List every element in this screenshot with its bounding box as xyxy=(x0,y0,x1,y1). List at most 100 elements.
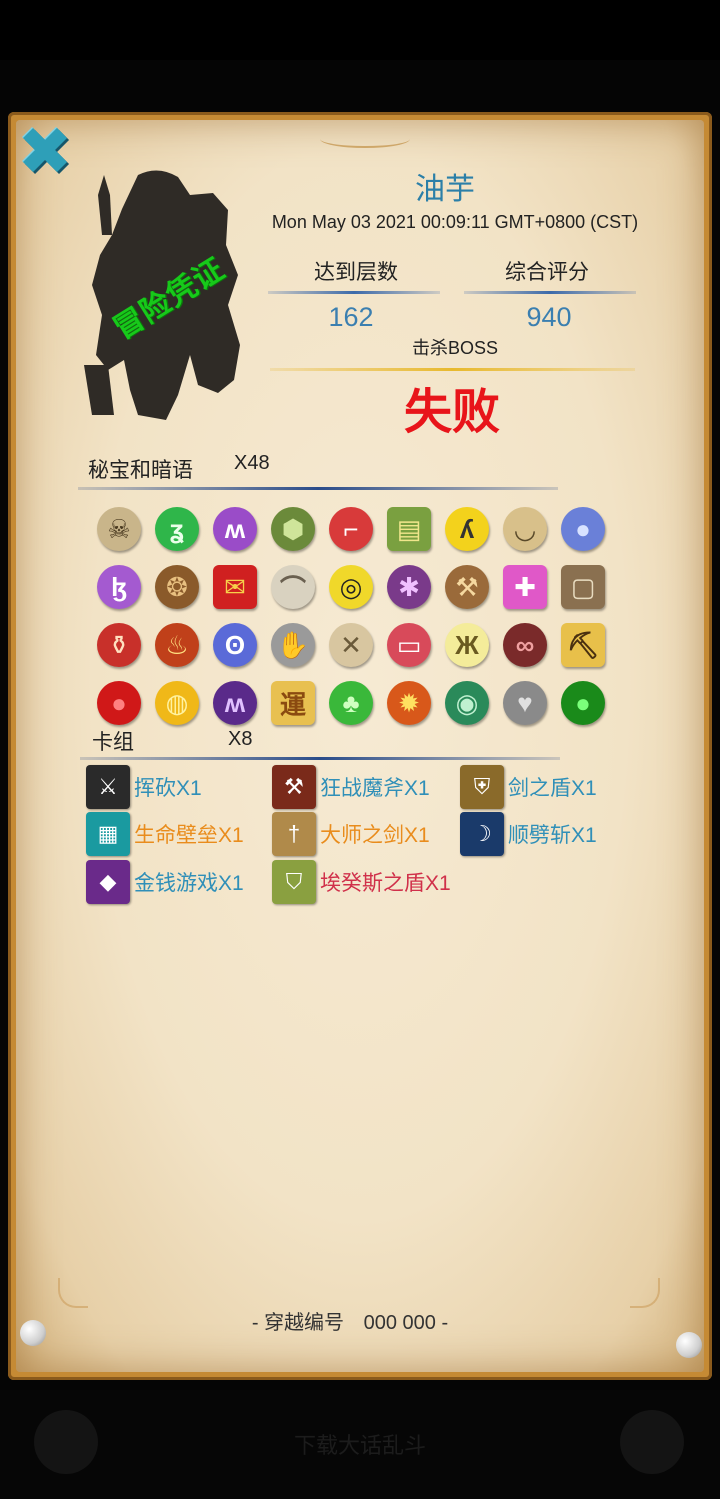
treasure-slot[interactable]: 運 xyxy=(264,674,322,732)
treasure-slot[interactable]: ⛏ xyxy=(554,616,612,674)
life-barrier-card-icon: ▦ xyxy=(86,812,130,856)
treasure-slot[interactable]: ☠ xyxy=(90,500,148,558)
sweep-slash-card-icon: ☽ xyxy=(460,812,504,856)
score-label: 综合评分 xyxy=(505,261,589,284)
treasure-slot[interactable]: ◍ xyxy=(148,674,206,732)
treasure-slot[interactable]: ♨ xyxy=(148,616,206,674)
treasure-slot[interactable]: ʘ xyxy=(206,616,264,674)
money-game-card-icon: ◆ xyxy=(86,860,130,904)
deck-card-item[interactable]: ▦ 生命壁垒X1 xyxy=(86,812,244,856)
treasures-title: 秘宝和暗语 xyxy=(88,459,193,482)
treasure-slot[interactable]: ∞ xyxy=(496,616,554,674)
treasure-slot[interactable]: ♥ xyxy=(496,674,554,732)
loot-bag-icon: ❂ xyxy=(155,565,199,609)
treasure-slot[interactable]: ʍ xyxy=(206,674,264,732)
shovel-icon: ⚒ xyxy=(445,565,489,609)
clover-icon: ♣ xyxy=(329,681,373,725)
gift-box-icon: ✚ xyxy=(503,565,547,609)
deck-card-label: 顺劈斩X1 xyxy=(508,824,597,847)
master-sword-card-icon: † xyxy=(272,812,316,856)
treasure-slot[interactable]: ● xyxy=(554,674,612,732)
serial-label: 穿越编号 xyxy=(264,1312,345,1334)
treasure-slot[interactable]: ▭ xyxy=(380,616,438,674)
deck-card-item[interactable]: † 大师之剑X1 xyxy=(272,812,430,856)
pin-right-icon xyxy=(676,1332,702,1358)
treasure-slot[interactable]: ◡ xyxy=(496,500,554,558)
treasure-slot[interactable]: ʍ xyxy=(206,500,264,558)
treasure-slot[interactable]: ❂ xyxy=(148,558,206,616)
red-envelope-icon: ✉ xyxy=(213,565,257,609)
stone-heart-icon: ♥ xyxy=(503,681,547,725)
deck-card-item[interactable]: ☽ 顺劈斩X1 xyxy=(460,812,597,856)
treasure-slot[interactable]: ✚ xyxy=(496,558,554,616)
treasure-slot[interactable]: ⌒ xyxy=(264,558,322,616)
treasure-slot[interactable]: ⬢ xyxy=(264,500,322,558)
treasure-grid: ☠ ʓ ʍ ⬢ ⌐ ▤ ʎ ◡ ● ɮ ❂ ✉ ⌒ ◎ ✱ ⚒ ✚ ▢ ⚱ ♨ ʘ ✋ ✕ ▭ Ж ∞ ⛏ ● ◍ ʍ 運 ♣ ✹ ◉ ♥ ● xyxy=(90,500,612,730)
swirl-token-icon: ◎ xyxy=(329,565,373,609)
serial-dash-right: - xyxy=(441,1312,449,1334)
wine-glass-icon: ⚱ xyxy=(97,623,141,667)
treasure-slot[interactable]: ɮ xyxy=(90,558,148,616)
serial-number: - 穿越编号 000 000 - xyxy=(200,1306,500,1335)
canister-icon: ▭ xyxy=(387,623,431,667)
serial-dash-left: - xyxy=(251,1312,259,1334)
score-underline xyxy=(464,291,636,294)
blue-rune-icon: ʘ xyxy=(213,623,257,667)
butterfly-icon: Ж xyxy=(445,623,489,667)
treasure-slot[interactable]: ♣ xyxy=(322,674,380,732)
treasure-slot[interactable]: ✕ xyxy=(322,616,380,674)
turtle-shell-icon: ⬢ xyxy=(271,507,315,551)
yellow-rune-icon: ʎ xyxy=(445,507,489,551)
treasure-slot[interactable]: ⚱ xyxy=(90,616,148,674)
deck-card-item[interactable]: ⛉ 埃癸斯之盾X1 xyxy=(272,860,451,904)
deck-card-label: 大师之剑X1 xyxy=(320,824,430,847)
gauntlet-icon: ✋ xyxy=(271,623,315,667)
treasure-slot[interactable]: ✋ xyxy=(264,616,322,674)
deck-card-item[interactable]: ⛨ 剑之盾X1 xyxy=(460,765,597,809)
close-x-icon[interactable]: ✖ xyxy=(14,118,76,184)
treasure-slot[interactable]: ▢ xyxy=(554,558,612,616)
treasure-slot[interactable]: ✉ xyxy=(206,558,264,616)
deck-underline xyxy=(80,757,560,760)
boss-kill-label: 击杀BOSS xyxy=(411,338,499,358)
candy-icon: ✱ xyxy=(387,565,431,609)
treasure-slot[interactable]: ◉ xyxy=(438,674,496,732)
skull-icon: ☠ xyxy=(97,507,141,551)
berserk-axe-card-icon: ⚒ xyxy=(272,765,316,809)
deck-card-item[interactable]: ⚒ 狂战魔斧X1 xyxy=(272,765,430,809)
sword-shield-card-icon: ⛨ xyxy=(460,765,504,809)
treasure-slot[interactable]: ◎ xyxy=(322,558,380,616)
treasure-slot[interactable]: ⚒ xyxy=(438,558,496,616)
score-value: 940 xyxy=(526,302,572,332)
crystal-orb-icon: ● xyxy=(561,507,605,551)
aegis-shield-card-icon: ⛉ xyxy=(272,860,316,904)
treasure-slot[interactable]: ⌐ xyxy=(322,500,380,558)
footer-left-button[interactable] xyxy=(34,1410,98,1474)
green-rune-icon: ʓ xyxy=(155,507,199,551)
treasure-slot[interactable]: ✹ xyxy=(380,674,438,732)
treasure-slot[interactable]: ✱ xyxy=(380,558,438,616)
treasures-underline xyxy=(78,487,558,490)
boss-underline xyxy=(270,368,635,371)
treasure-slot[interactable]: ● xyxy=(554,500,612,558)
floor-value: 162 xyxy=(328,302,374,332)
bandage-icon: ✕ xyxy=(329,623,373,667)
dark-rune-icon: ʍ xyxy=(213,681,257,725)
green-orb-icon: ● xyxy=(561,681,605,725)
bowl-icon: ◡ xyxy=(503,507,547,551)
footer-right-button[interactable] xyxy=(620,1410,684,1474)
flame-shield-icon: ✹ xyxy=(387,681,431,725)
floor-label: 达到层数 xyxy=(314,261,398,284)
treasure-slot[interactable]: ʎ xyxy=(438,500,496,558)
treasure-slot[interactable]: ● xyxy=(90,674,148,732)
treasure-slot[interactable]: ʓ xyxy=(148,500,206,558)
deck-card-item[interactable]: ◆ 金钱游戏X1 xyxy=(86,860,244,904)
treasure-slot[interactable]: ▤ xyxy=(380,500,438,558)
treasure-slot[interactable]: Ж xyxy=(438,616,496,674)
spellbook-icon: ▤ xyxy=(387,507,431,551)
deck-title: 卡组 xyxy=(92,731,134,754)
deck-card-label: 金钱游戏X1 xyxy=(134,872,244,895)
deck-card-item[interactable]: ⚔ 挥砍X1 xyxy=(86,765,202,809)
top-ornament xyxy=(320,130,410,148)
deck-card-label: 狂战魔斧X1 xyxy=(320,777,430,800)
